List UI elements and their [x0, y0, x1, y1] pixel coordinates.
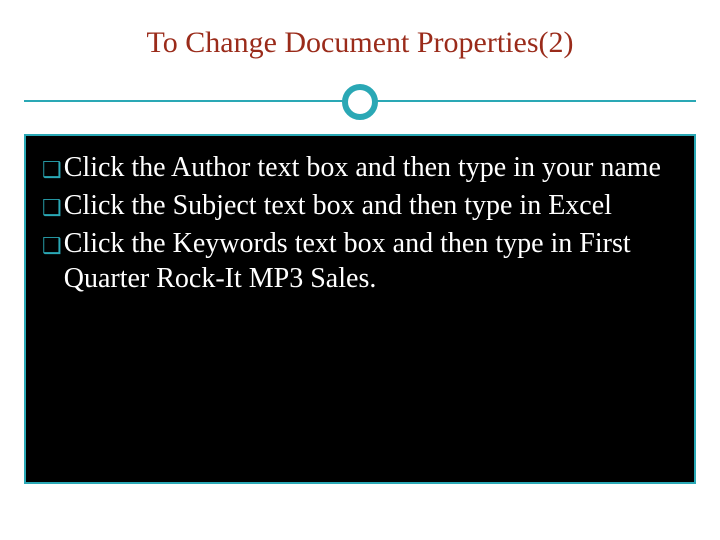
page-title: To Change Document Properties(2) — [24, 26, 696, 60]
bullet-text: Click the Keywords text box and then typ… — [64, 226, 678, 298]
bullet-text: Click the Subject text box and then type… — [64, 188, 678, 224]
square-bullet-icon: ❑ — [42, 194, 62, 222]
title-divider — [24, 78, 696, 126]
content-panel: ❑ Click the Author text box and then typ… — [24, 134, 696, 484]
square-bullet-icon: ❑ — [42, 232, 62, 260]
list-item: ❑ Click the Author text box and then typ… — [42, 150, 678, 186]
slide: To Change Document Properties(2) ❑ Click… — [0, 0, 720, 540]
square-bullet-icon: ❑ — [42, 156, 62, 184]
divider-circle-icon — [342, 84, 378, 120]
list-item: ❑ Click the Keywords text box and then t… — [42, 226, 678, 298]
bullet-text: Click the Author text box and then type … — [64, 150, 678, 186]
list-item: ❑ Click the Subject text box and then ty… — [42, 188, 678, 224]
